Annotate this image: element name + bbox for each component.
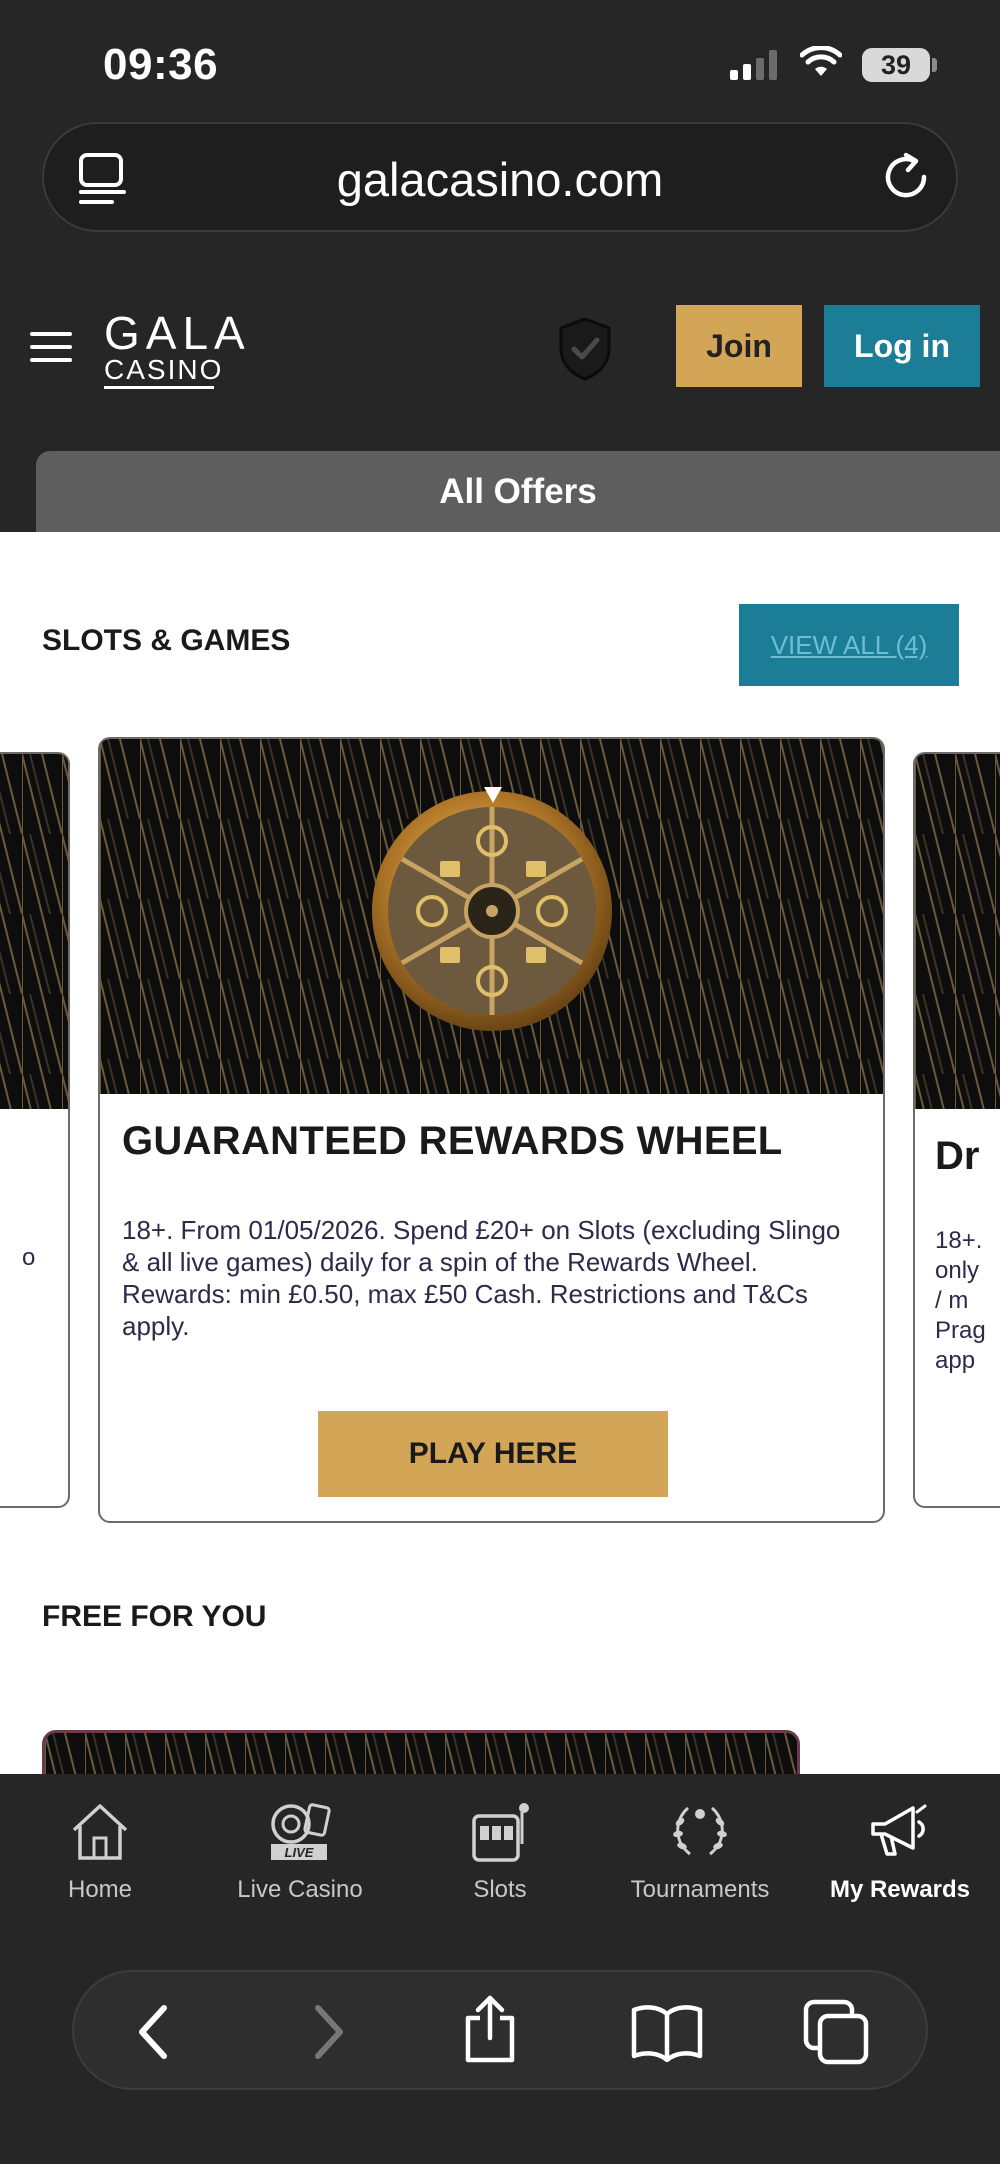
nav-label: Live Casino <box>237 1876 363 1903</box>
nav-label: My Rewards <box>829 1876 971 1903</box>
laurel-icon <box>673 1806 727 1856</box>
view-all-button[interactable]: VIEW ALL (4) <box>739 604 959 686</box>
address-bar[interactable]: galacasino.com <box>42 122 958 232</box>
nav-item-my-rewards[interactable]: My Rewards <box>800 1800 1000 1904</box>
url-text[interactable]: galacasino.com <box>44 152 956 207</box>
cellular-signal-icon <box>730 50 777 80</box>
live-casino-icon: LIVE <box>271 1803 331 1860</box>
tab-all-offers[interactable]: All Offers <box>36 451 1000 532</box>
tabs-overview-icon[interactable] <box>802 1998 870 2066</box>
reload-icon[interactable] <box>880 151 932 203</box>
bookmarks-icon[interactable] <box>630 2002 704 2062</box>
play-here-button[interactable]: PLAY HERE <box>318 1411 668 1497</box>
card-description: 18+. From 01/05/2026. Spend £20+ on Slot… <box>122 1215 841 1341</box>
login-button[interactable]: Log in <box>824 305 980 387</box>
card-image <box>0 754 68 1109</box>
shield-check-icon[interactable] <box>556 316 614 382</box>
back-arrow-icon[interactable] <box>132 2002 176 2062</box>
menu-icon[interactable] <box>30 332 72 371</box>
svg-text:LIVE: LIVE <box>285 1845 314 1860</box>
join-button[interactable]: Join <box>676 305 802 387</box>
card-image <box>915 754 1000 1109</box>
card-title: Dr <box>935 1134 980 1178</box>
megaphone-icon <box>871 1804 927 1856</box>
home-icon <box>72 1804 128 1860</box>
share-icon[interactable] <box>460 1992 520 2064</box>
nav-label: Tournaments <box>630 1876 770 1903</box>
offer-card-rewards-wheel[interactable]: GUARANTEED REWARDS WHEEL 18+. From 01/05… <box>98 737 885 1523</box>
clock: 09:36 <box>103 40 219 89</box>
status-bar: 09:36 39 <box>0 0 1000 120</box>
nav-label: Slots <box>473 1876 527 1903</box>
card-title: GUARANTEED REWARDS WHEEL <box>122 1119 783 1163</box>
section-title-free: FREE FOR YOU <box>42 1600 267 1633</box>
card-description-fragment: o <box>22 1244 36 1271</box>
browser-toolbar <box>72 1970 928 2090</box>
battery-tip <box>932 58 937 72</box>
offer-card-next[interactable]: Dr 18+. only / m Prag app <box>913 752 1000 1508</box>
forward-arrow-icon[interactable] <box>306 2002 350 2062</box>
offers-content: SLOTS & GAMES VIEW ALL (4) o GUARANTEED … <box>0 532 1000 1774</box>
battery-level: 39 <box>862 48 930 82</box>
card-description: 18+. only / m Prag app <box>935 1227 986 1374</box>
slots-icon <box>472 1803 529 1862</box>
gala-casino-logo[interactable]: GALA CASINO <box>104 310 245 389</box>
nav-label: Home <box>67 1876 133 1903</box>
nav-item-home[interactable]: Home <box>0 1800 200 1904</box>
nav-item-slots[interactable]: Slots <box>400 1800 600 1904</box>
nav-item-live-casino[interactable]: LIVE Live Casino <box>200 1800 400 1904</box>
site-header: GALA CASINO Join Log in All Offers <box>0 232 1000 532</box>
bottom-nav: Home LIVE Live Casino Slots Tournaments … <box>0 1774 1000 1964</box>
nav-item-tournaments[interactable]: Tournaments <box>600 1800 800 1904</box>
wifi-icon <box>800 46 842 76</box>
free-offer-card[interactable] <box>42 1730 800 1774</box>
section-title-slots: SLOTS & GAMES <box>42 624 291 657</box>
card-image <box>100 739 883 1094</box>
rewards-wheel-icon <box>372 787 612 1031</box>
offer-card-previous[interactable]: o <box>0 752 70 1508</box>
